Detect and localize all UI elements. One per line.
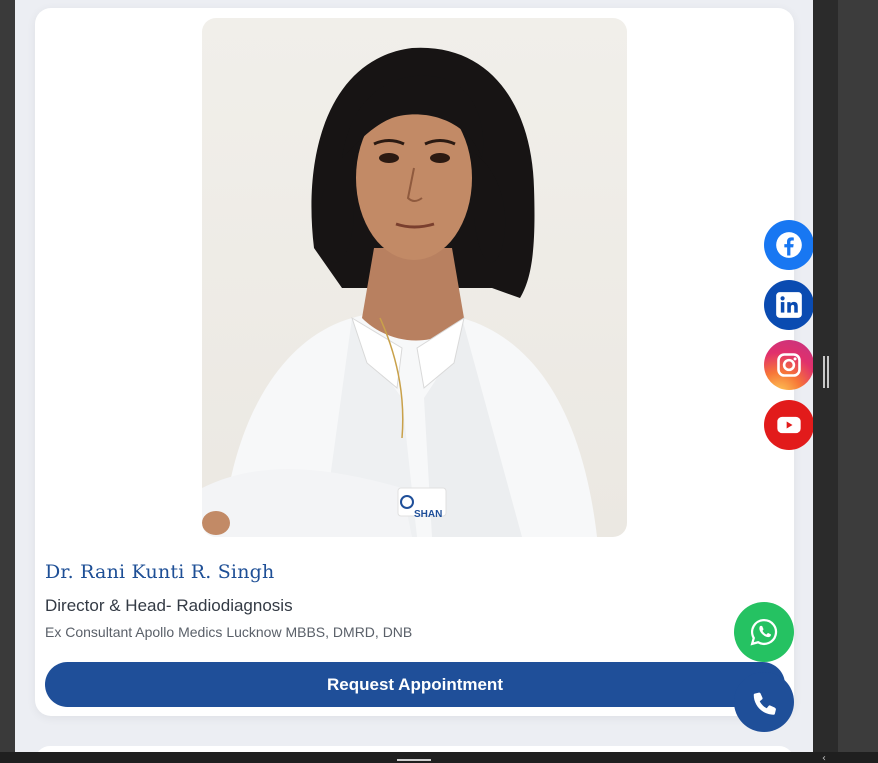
whatsapp-icon: [750, 618, 778, 646]
youtube-icon: [777, 416, 801, 434]
instagram-icon: [777, 353, 801, 377]
page-viewport: SHAN Dr. Rani Kunti R. Singh Director & …: [15, 0, 813, 752]
doctor-card: SHAN Dr. Rani Kunti R. Singh Director & …: [35, 8, 794, 716]
doctor-name[interactable]: Dr. Rani Kunti R. Singh: [45, 561, 274, 583]
facebook-icon: [776, 232, 802, 258]
doctor-qualifications: Ex Consultant Apollo Medics Lucknow MBBS…: [45, 624, 413, 640]
linkedin-icon: [776, 292, 802, 318]
facebook-link[interactable]: [764, 220, 814, 270]
call-button[interactable]: [734, 672, 794, 732]
whatsapp-button[interactable]: [734, 602, 794, 662]
instagram-link[interactable]: [764, 340, 814, 390]
window-bottom-bar: ‹: [0, 752, 878, 763]
chevron-left-icon[interactable]: ‹: [822, 753, 826, 763]
photo-badge-text: SHAN: [414, 509, 443, 520]
devtools-side-pane: [838, 0, 878, 763]
youtube-link[interactable]: [764, 400, 814, 450]
doctor-portrait: [202, 47, 597, 537]
window-left-gutter: [0, 0, 15, 763]
pane-resize-handle[interactable]: [822, 356, 829, 388]
doctor-role: Director & Head- Radiodiagnosis: [45, 596, 293, 615]
bottom-drag-handle[interactable]: [397, 759, 431, 761]
linkedin-link[interactable]: [764, 280, 814, 330]
request-appointment-button[interactable]: Request Appointment: [45, 662, 785, 707]
doctor-photo: SHAN: [202, 18, 627, 537]
phone-icon: [753, 692, 776, 715]
